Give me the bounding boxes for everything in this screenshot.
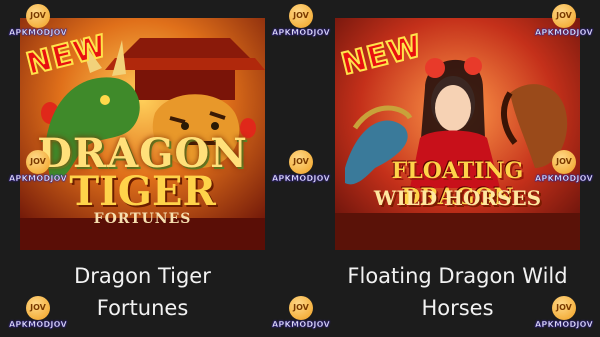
watermark-text: APKMODJOV xyxy=(534,28,594,37)
game-thumbnail-dragon-tiger-fortunes[interactable]: NEW DRAGON TIGER FORTUNES xyxy=(20,18,265,250)
watermark: JOV APKMODJOV xyxy=(268,296,334,336)
watermark-logo-icon: JOV xyxy=(552,150,576,174)
watermark: JOV APKMODJOV xyxy=(531,4,597,44)
watermark-logo-icon: JOV xyxy=(26,150,50,174)
watermark-text: APKMODJOV xyxy=(534,174,594,183)
watermark: JOV APKMODJOV xyxy=(531,150,597,190)
watermark-text: APKMODJOV xyxy=(271,174,331,183)
watermark: JOV APKMODJOV xyxy=(531,296,597,336)
watermark-logo-icon: JOV xyxy=(289,296,313,320)
watermark-logo-icon: JOV xyxy=(552,296,576,320)
watermark: JOV APKMODJOV xyxy=(5,296,71,336)
game-thumbnail-floating-dragon-wild-horses[interactable]: NEW FLOATING DRAGON WILD HORSES xyxy=(335,18,580,250)
watermark-logo-icon: JOV xyxy=(26,4,50,28)
watermark-text: APKMODJOV xyxy=(271,28,331,37)
watermark-text: APKMODJOV xyxy=(8,28,68,37)
watermark-logo-icon: JOV xyxy=(289,150,313,174)
watermark: JOV APKMODJOV xyxy=(5,150,71,190)
game-title-line1: Dragon Tiger xyxy=(74,264,211,288)
watermark-logo-icon: JOV xyxy=(552,4,576,28)
watermark-logo-icon: JOV xyxy=(26,296,50,320)
watermark: JOV APKMODJOV xyxy=(268,4,334,44)
watermark-logo-icon: JOV xyxy=(289,4,313,28)
watermark-text: APKMODJOV xyxy=(8,174,68,183)
game-logo-line3: FORTUNES xyxy=(93,211,192,227)
game-title-line1: Floating Dragon Wild xyxy=(347,264,568,288)
watermark-text: APKMODJOV xyxy=(534,320,594,329)
watermark-text: APKMODJOV xyxy=(8,320,68,329)
watermark: JOV APKMODJOV xyxy=(268,150,334,190)
watermark-text: APKMODJOV xyxy=(271,320,331,329)
watermark: JOV APKMODJOV xyxy=(5,4,71,44)
